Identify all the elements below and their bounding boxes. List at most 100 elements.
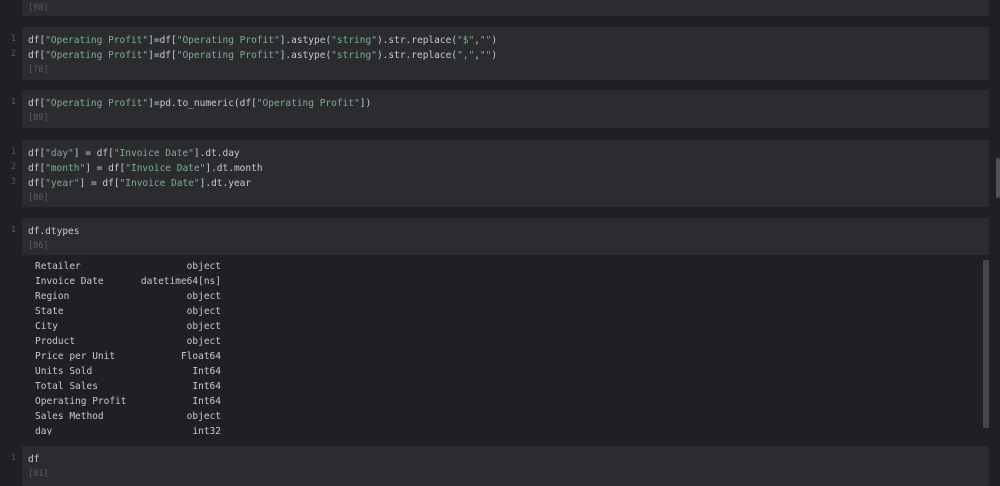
line-number: 1 — [10, 97, 16, 107]
string-literal: "Invoice Date" — [113, 148, 194, 159]
string-literal: "Operating Profit" — [45, 50, 149, 61]
column-name: Operating Profit — [35, 396, 127, 407]
column-dtype: int32 — [192, 426, 221, 435]
dtype-row: Price per Unit Float64 — [35, 349, 221, 364]
code-token: df[ — [28, 178, 46, 189]
column-name: Region — [35, 291, 70, 302]
column-name: Price per Unit — [35, 351, 116, 362]
column-dtype: object — [186, 411, 221, 422]
line-number: 1 — [10, 225, 16, 235]
execution-count: [98] — [28, 3, 49, 13]
code-token: ]=df[ — [148, 50, 177, 61]
dtype-row: Total Sales Int64 — [35, 379, 221, 394]
code-token: ].astype( — [279, 50, 332, 61]
execution-count: [89] — [28, 113, 49, 123]
column-name: Sales Method — [35, 411, 104, 422]
code-cell-89[interactable]: 1 df["Operating Profit"]=pd.to_numeric(df… — [11, 90, 989, 128]
column-dtype: object — [186, 261, 221, 272]
column-dtype: object — [186, 321, 221, 332]
column-name: State — [35, 306, 64, 317]
line-number: 2 — [10, 162, 16, 172]
code-token: df[ — [28, 148, 46, 159]
code-token: ).str.replace( — [376, 50, 458, 61]
column-dtype: object — [186, 306, 221, 317]
column-name: Invoice Date — [35, 276, 104, 287]
code-line[interactable]: df["Operating Profit"]=pd.to_numeric(df[… — [28, 96, 371, 111]
dtype-row: day int32 — [35, 424, 221, 435]
column-dtype: object — [186, 336, 221, 347]
code-token: ]) — [359, 98, 372, 109]
column-dtype: Float64 — [180, 351, 221, 362]
column-name: day — [35, 426, 53, 435]
line-number: 3 — [10, 177, 16, 187]
code-cell-78[interactable]: 1 df["Operating Profit"]=df["Operating Pr… — [11, 27, 989, 80]
execution-count: [96] — [28, 241, 49, 251]
string-literal: "Invoice Date" — [125, 163, 206, 174]
code-line[interactable]: df["Operating Profit"]=df["Operating Pro… — [28, 48, 497, 63]
line-number: 1 — [10, 147, 16, 157]
execution-count: [81] — [28, 469, 49, 479]
string-literal: "Operating Profit" — [45, 35, 149, 46]
dtype-row: City object — [35, 319, 221, 334]
code-line[interactable]: df["month"] = df["Invoice Date"].dt.mont… — [28, 161, 263, 176]
column-name: Units Sold — [35, 366, 93, 377]
line-number: 2 — [10, 49, 16, 59]
code-token: ].dt.month — [205, 163, 263, 174]
string-literal: "," — [457, 50, 475, 61]
execution-count: [80] — [28, 193, 49, 203]
code-cell-81[interactable]: 1 df [81] — [11, 446, 989, 486]
string-literal: "" — [479, 35, 492, 46]
code-token: ) — [491, 35, 498, 46]
column-name: Total Sales — [35, 381, 98, 392]
code-line[interactable]: df["Operating Profit"]=df["Operating Pro… — [28, 33, 497, 48]
string-literal: "Operating Profit" — [176, 35, 280, 46]
code-token: ] = df[ — [79, 178, 120, 189]
string-literal: "year" — [45, 178, 80, 189]
code-token: ]=pd.to_numeric(df[ — [148, 98, 257, 109]
line-number: 1 — [10, 34, 16, 44]
string-literal: "" — [479, 50, 492, 61]
code-token: ] = df[ — [73, 148, 114, 159]
column-name: Retailer — [35, 261, 81, 272]
code-token: ) — [491, 50, 498, 61]
dtype-row: Retailer object — [35, 259, 221, 274]
code-token: df — [28, 454, 40, 465]
output-scrollbar[interactable] — [983, 260, 989, 428]
code-token: df[ — [28, 98, 46, 109]
code-cell-96[interactable]: 1 df.dtypes [96] — [11, 218, 989, 255]
code-token: ].dt.day — [193, 148, 240, 159]
column-dtype: Int64 — [192, 366, 221, 377]
string-literal: "Operating Profit" — [256, 98, 360, 109]
execution-count: [78] — [28, 65, 49, 75]
code-line[interactable]: df — [28, 452, 39, 467]
code-token: ].astype( — [279, 35, 332, 46]
code-cell-98[interactable]: [98] — [22, 0, 989, 16]
string-literal: "string" — [331, 50, 377, 61]
string-literal: "$" — [457, 35, 475, 46]
string-literal: "Operating Profit" — [45, 98, 149, 109]
dtype-row: State object — [35, 304, 221, 319]
string-literal: "month" — [45, 163, 86, 174]
line-number: 1 — [10, 453, 16, 463]
dtypes-output: Retailer object Invoice Date datetime64[ns]… — [22, 255, 989, 435]
column-name: Product — [35, 336, 76, 347]
code-cell-80[interactable]: 1 df["day"] = df["Invoice Date"].dt.day 2 d… — [11, 140, 989, 207]
code-token: ] = df[ — [85, 163, 126, 174]
code-line[interactable]: df["day"] = df["Invoice Date"].dt.day — [28, 146, 240, 161]
code-line[interactable]: df["year"] = df["Invoice Date"].dt.year — [28, 176, 251, 191]
code-token: df.dtypes — [28, 226, 80, 237]
dtype-row: Invoice Date datetime64[ns] — [35, 274, 221, 289]
page-scrollbar[interactable] — [996, 158, 1000, 198]
dtype-row: Region object — [35, 289, 221, 304]
dtype-row: Product object — [35, 334, 221, 349]
column-dtype: datetime64[ns] — [140, 276, 221, 287]
dtype-row: Operating Profit Int64 — [35, 394, 221, 409]
code-token: ].dt.year — [199, 178, 252, 189]
code-token: ).str.replace( — [376, 35, 458, 46]
code-token: df[ — [28, 50, 46, 61]
code-line[interactable]: df.dtypes — [28, 224, 79, 239]
string-literal: "string" — [331, 35, 377, 46]
code-token: df[ — [28, 35, 46, 46]
dtype-row: Units Sold Int64 — [35, 364, 221, 379]
string-literal: "day" — [45, 148, 74, 159]
